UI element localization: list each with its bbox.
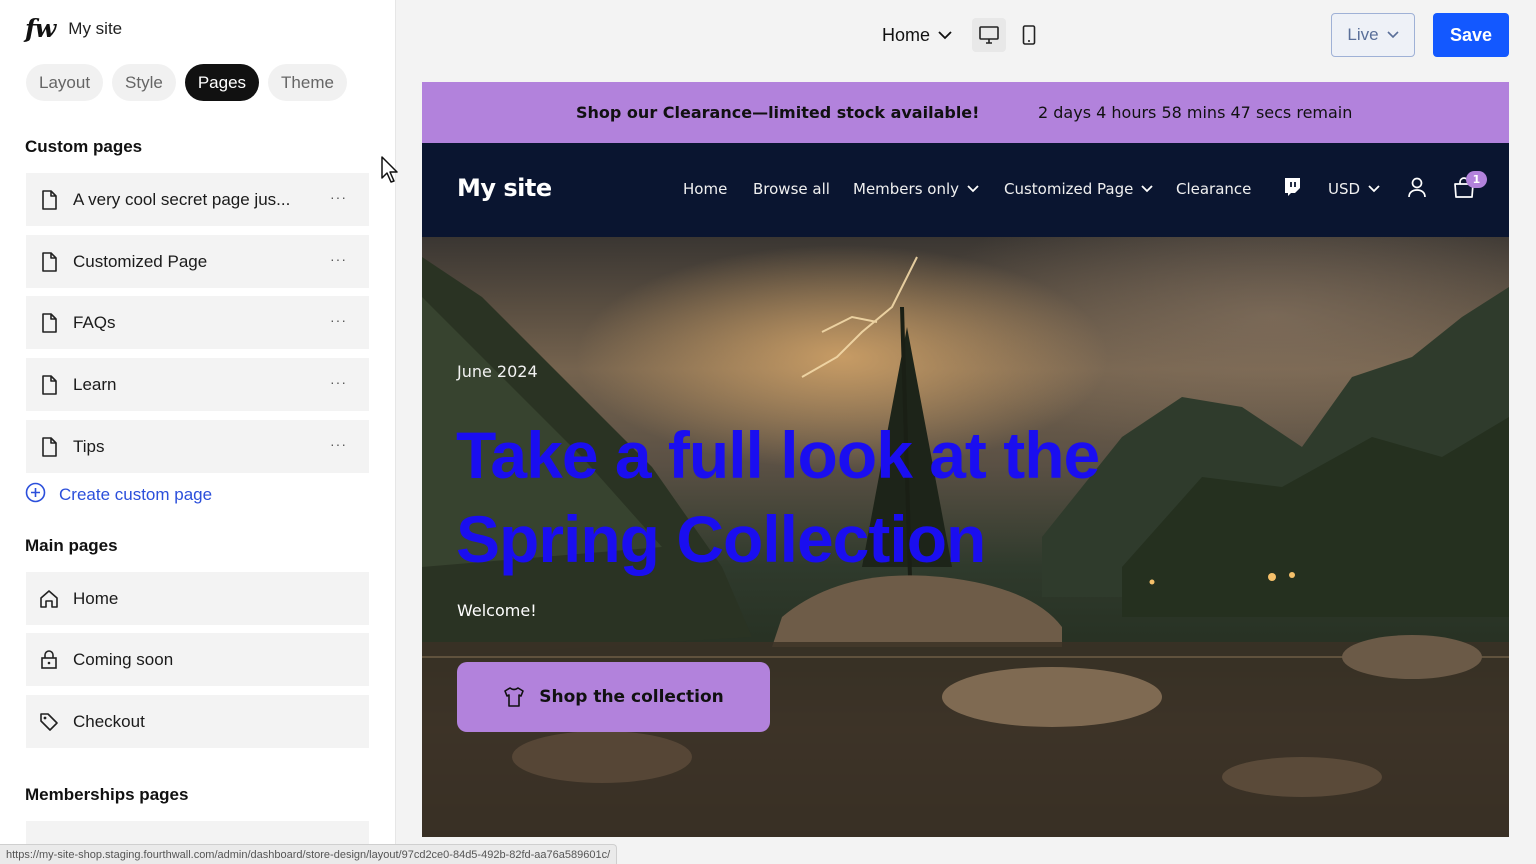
lock-icon	[38, 649, 60, 671]
main-pages-title: Main pages	[25, 536, 118, 555]
tag-icon	[38, 711, 60, 733]
currency-selector[interactable]: USD	[1328, 180, 1380, 198]
custom-page-item[interactable]: Tips ···	[26, 420, 369, 473]
custom-pages-title: Custom pages	[25, 137, 143, 156]
page-select-dropdown[interactable]: Home	[882, 25, 952, 46]
memberships-pages-title: Memberships pages	[25, 785, 189, 804]
twitch-icon[interactable]	[1282, 177, 1302, 201]
desktop-icon	[979, 26, 999, 44]
tab-style[interactable]: Style	[112, 64, 176, 101]
site-preview: Shop our Clearance—limited stock availab…	[422, 82, 1509, 837]
chevron-down-icon	[967, 185, 979, 193]
cart-count-badge: 1	[1466, 171, 1487, 188]
hero-date: June 2024	[457, 362, 538, 381]
shop-collection-button[interactable]: Shop the collection	[457, 662, 770, 732]
custom-page-item[interactable]: FAQs ···	[26, 296, 369, 349]
home-icon	[38, 588, 60, 610]
tab-theme[interactable]: Theme	[268, 64, 347, 101]
brand: fw My site	[25, 14, 122, 43]
plus-circle-icon	[25, 482, 46, 508]
topbar-center: Home	[882, 18, 1046, 52]
editor-sidebar: fw My site Layout Style Pages Theme Cust…	[0, 0, 396, 864]
custom-page-label: FAQs	[73, 312, 116, 332]
more-options-icon[interactable]: ···	[330, 374, 347, 390]
custom-page-item[interactable]: Learn ···	[26, 358, 369, 411]
more-options-icon[interactable]: ···	[330, 312, 347, 328]
page-icon	[38, 374, 60, 396]
nav-customized-page[interactable]: Customized Page	[1004, 180, 1153, 198]
mobile-icon	[1022, 25, 1036, 45]
mobile-view-button[interactable]	[1012, 18, 1046, 52]
chevron-down-icon	[1141, 185, 1153, 193]
tab-layout[interactable]: Layout	[26, 64, 104, 101]
chevron-down-icon	[938, 30, 952, 39]
shop-collection-label: Shop the collection	[539, 687, 724, 707]
main-page-label: Coming soon	[73, 649, 174, 669]
more-options-icon[interactable]: ···	[330, 189, 347, 205]
main-page-item-coming-soon[interactable]: Coming soon	[26, 633, 369, 686]
custom-page-label: A very cool secret page jus...	[73, 189, 291, 209]
desktop-view-button[interactable]	[972, 18, 1007, 52]
main-page-item-home[interactable]: Home	[26, 572, 369, 625]
page-icon	[38, 436, 60, 458]
create-custom-page-button[interactable]: Create custom page	[25, 482, 212, 508]
tab-pages[interactable]: Pages	[184, 64, 260, 101]
chevron-down-icon	[1368, 185, 1380, 193]
site-logo[interactable]: My site	[457, 174, 552, 202]
shirt-icon	[504, 687, 525, 707]
announcement-text: Shop our Clearance—limited stock availab…	[576, 103, 980, 122]
nav-home[interactable]: Home	[683, 180, 727, 198]
hero-section: June 2024 Take a full look at the Spring…	[422, 237, 1509, 837]
page-icon	[38, 189, 60, 211]
nav-label: Customized Page	[1004, 180, 1134, 198]
announcement-bar[interactable]: Shop our Clearance—limited stock availab…	[422, 82, 1509, 143]
main-page-item-checkout[interactable]: Checkout	[26, 695, 369, 748]
sidebar-tabs: Layout Style Pages Theme	[26, 64, 347, 101]
nav-label: Members only	[853, 180, 960, 198]
hero-subtitle: Welcome!	[457, 601, 537, 620]
custom-page-label: Tips	[73, 436, 105, 456]
live-label: Live	[1347, 25, 1379, 44]
nav-browse-all[interactable]: Browse all	[753, 180, 830, 198]
custom-page-label: Learn	[73, 374, 117, 394]
chevron-down-icon	[1387, 31, 1399, 39]
nav-clearance[interactable]: Clearance	[1176, 180, 1251, 198]
page-select-value: Home	[882, 24, 931, 45]
page-icon	[38, 312, 60, 334]
site-header: My site Home Browse all Members only Cus…	[422, 143, 1509, 237]
status-bar-url: https://my-site-shop.staging.fourthwall.…	[0, 844, 618, 864]
site-name: My site	[68, 18, 123, 38]
nav-members-only[interactable]: Members only	[853, 180, 979, 198]
main-page-label: Checkout	[73, 711, 145, 731]
countdown-timer: 2 days 4 hours 58 mins 47 secs remain	[1038, 103, 1353, 122]
mouse-cursor-icon	[381, 156, 398, 183]
account-icon[interactable]	[1407, 177, 1427, 202]
create-custom-page-label: Create custom page	[59, 485, 213, 504]
page-icon	[38, 251, 60, 273]
save-button[interactable]: Save	[1433, 13, 1509, 57]
hero-title: Take a full look at the Spring Collectio…	[456, 418, 1100, 576]
custom-page-item[interactable]: Customized Page ···	[26, 235, 369, 288]
fourthwall-logo[interactable]: fw	[25, 14, 56, 43]
more-options-icon[interactable]: ···	[330, 436, 347, 452]
currency-label: USD	[1328, 180, 1361, 198]
main-page-label: Home	[73, 588, 119, 608]
live-status-dropdown[interactable]: Live	[1331, 13, 1415, 57]
custom-page-item[interactable]: A very cool secret page jus... ···	[26, 173, 369, 226]
custom-page-label: Customized Page	[73, 251, 208, 271]
more-options-icon[interactable]: ···	[330, 251, 347, 267]
